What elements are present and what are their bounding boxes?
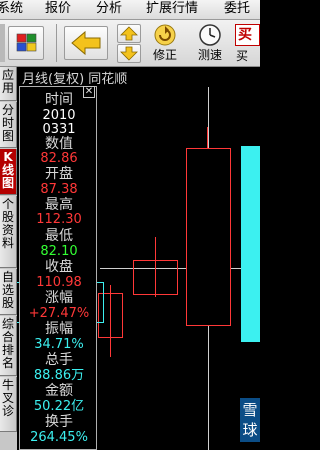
buy-button[interactable]: 买 (235, 24, 260, 46)
back-button[interactable] (64, 26, 108, 60)
buy-label-secondary[interactable]: 买 (236, 49, 260, 63)
left-tab-kline[interactable]: K 线 图 (0, 149, 17, 195)
open-label: 开盘 (45, 166, 73, 182)
toolbar-separator (56, 24, 57, 62)
revise-button[interactable]: 修正 (146, 22, 184, 64)
revise-label: 修正 (152, 48, 177, 62)
volume-label: 总手 (45, 352, 73, 368)
clock-icon (199, 24, 221, 46)
left-tab-timeshare[interactable]: 分 时 图 (0, 102, 17, 148)
low-label: 最低 (45, 228, 73, 244)
menu-bar: 系统 报价 分析 扩展行情 委托 (0, 0, 260, 20)
left-tab-diagnosis[interactable]: 牛 叉 诊 (0, 377, 17, 432)
amount-value: 50.22亿 (33, 399, 85, 414)
left-tab-apps[interactable]: 应 用 (0, 67, 17, 101)
left-tab-stock-profile[interactable]: 个 股 资 料 (0, 196, 17, 268)
xueqiu-logo[interactable]: 雪 球 (240, 398, 260, 442)
left-tab-ranking[interactable]: 综 合 排 名 (0, 316, 17, 376)
amount-label: 金额 (45, 383, 73, 399)
left-tab-bar: 应 用分 时 图K 线 图个 股 资 料自 选 股综 合 排 名牛 叉 诊 (0, 67, 17, 450)
high-label: 最高 (45, 197, 73, 213)
turnover-value: 264.45% (30, 430, 88, 445)
value-value: 82.86 (40, 151, 78, 166)
close-label: 收盘 (45, 259, 73, 275)
chart-title: 月线(复权) 同花顺 (22, 72, 128, 87)
refresh-icon (154, 24, 176, 46)
scroll-down-button[interactable] (117, 44, 141, 63)
change-value: +27.47% (28, 306, 90, 321)
low-value: 82.10 (40, 244, 78, 259)
up-arrow-icon (120, 26, 138, 41)
open-value: 87.38 (40, 182, 78, 197)
high-value: 112.30 (36, 212, 82, 227)
buy-label: 买 (238, 27, 252, 43)
volume-value: 88.86万 (33, 368, 85, 383)
menu-item-quote[interactable]: 报价 (45, 1, 71, 17)
close-value: 110.98 (36, 275, 82, 290)
toolbar: 修正 测速 买 买 (0, 20, 260, 67)
menu-item-trade[interactable]: 委托 (224, 1, 250, 17)
info-panel-close-icon[interactable]: ✕ (83, 86, 95, 98)
back-arrow-icon (71, 30, 101, 56)
menu-item-extended-quotes[interactable]: 扩展行情 (146, 1, 198, 17)
value-label: 数值 (45, 136, 73, 152)
speed-test-button[interactable]: 测速 (192, 22, 228, 64)
change-label: 涨幅 (45, 290, 73, 306)
menu-item-system[interactable]: 系统 (0, 1, 23, 17)
down-arrow-icon (120, 46, 138, 61)
toolbar-grip (0, 24, 5, 62)
candle-current-highlight (241, 146, 260, 342)
menu-item-analysis[interactable]: 分析 (96, 1, 122, 17)
color-grid-icon (16, 33, 37, 52)
scroll-up-button[interactable] (117, 24, 141, 43)
speed-test-label: 测速 (197, 48, 222, 62)
turnover-label: 换手 (45, 414, 73, 430)
info-panel: 时间 2010 0331 数值 82.86 开盘 87.38 最高 112.30… (19, 86, 97, 450)
color-grid-button[interactable] (8, 26, 44, 60)
amplitude-value: 34.71% (34, 337, 84, 352)
amplitude-label: 振幅 (45, 321, 73, 337)
candle-3-body (186, 148, 231, 326)
left-tab-watchlist[interactable]: 自 选 股 (0, 269, 17, 315)
